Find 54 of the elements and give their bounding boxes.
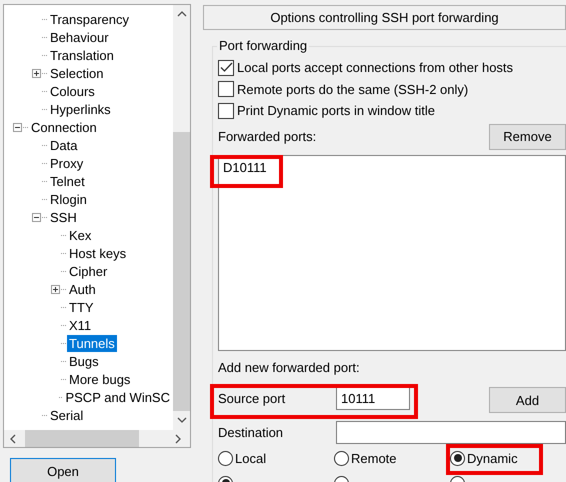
list-item[interactable]: D10111 bbox=[223, 158, 561, 176]
tree-item[interactable]: Auth bbox=[67, 280, 98, 298]
tree-item[interactable]: Data bbox=[48, 136, 80, 154]
input-field[interactable]: 10111 bbox=[336, 386, 410, 410]
tree-item[interactable]: Colours bbox=[48, 82, 97, 100]
field-label: Source port bbox=[218, 390, 286, 406]
expander-icon[interactable] bbox=[32, 68, 41, 78]
tree-item[interactable]: Host keys bbox=[67, 244, 128, 262]
tree-item[interactable]: Kex bbox=[67, 226, 94, 244]
checkbox-label: Print Dynamic ports in window title bbox=[237, 103, 435, 118]
checkbox[interactable] bbox=[218, 60, 234, 76]
radio-button[interactable] bbox=[334, 450, 349, 466]
open-button[interactable]: Open bbox=[10, 458, 116, 482]
checkbox[interactable] bbox=[218, 81, 234, 98]
radio-label: Local bbox=[235, 450, 266, 466]
checkbox[interactable] bbox=[218, 102, 234, 119]
group-title: Port forwarding bbox=[217, 38, 310, 53]
tree-item[interactable]: TTY bbox=[67, 298, 96, 316]
tree-item[interactable]: Serial bbox=[48, 406, 86, 424]
field-label: Destination bbox=[218, 424, 284, 440]
tree-item[interactable]: X11 bbox=[67, 316, 94, 334]
tree-item[interactable]: More bugs bbox=[67, 370, 132, 388]
section-label: Add new forwarded port: bbox=[218, 360, 361, 374]
checkbox-label: Remote ports do the same (SSH-2 only) bbox=[237, 82, 468, 97]
horizontal-scrollbar[interactable] bbox=[4, 430, 190, 447]
list-box[interactable]: D10111 bbox=[218, 154, 566, 350]
tree-item[interactable]: SSH bbox=[48, 208, 79, 226]
checkbox-label: Local ports accept connections from other hosts bbox=[237, 60, 514, 76]
expander-icon[interactable] bbox=[13, 122, 22, 132]
vertical-scrollbar[interactable] bbox=[173, 5, 190, 430]
tree-item[interactable]: Bugs bbox=[67, 352, 101, 370]
tree-item[interactable]: Connection bbox=[29, 118, 99, 136]
tree-item[interactable]: Hyperlinks bbox=[48, 100, 113, 118]
remove-button[interactable]: Remove bbox=[489, 124, 566, 150]
tree-item[interactable]: Behaviour bbox=[48, 28, 111, 46]
add-button[interactable]: Add bbox=[489, 387, 566, 413]
tree-item[interactable]: Tunnels bbox=[67, 334, 117, 352]
tree-item[interactable]: Rlogin bbox=[48, 190, 89, 208]
tree-item[interactable]: Transparency bbox=[48, 10, 131, 28]
field-label: Forwarded ports: bbox=[218, 128, 316, 144]
tree-item[interactable]: Cipher bbox=[67, 262, 110, 280]
radio-button[interactable] bbox=[218, 450, 233, 466]
input-field[interactable] bbox=[336, 420, 566, 444]
tree-item[interactable]: Translation bbox=[48, 46, 116, 64]
radio-button[interactable] bbox=[450, 450, 465, 466]
tree-item[interactable]: Proxy bbox=[48, 154, 86, 172]
section-header: Options controlling SSH port forwarding bbox=[203, 5, 566, 30]
radio-label: Remote bbox=[351, 450, 397, 466]
tree-item[interactable]: Telnet bbox=[48, 172, 87, 190]
tree-item[interactable]: PSCP and WinSC bbox=[63, 388, 172, 406]
expander-icon[interactable] bbox=[32, 212, 41, 222]
radio-label: Dynamic bbox=[467, 450, 518, 466]
expander-icon[interactable] bbox=[51, 284, 60, 294]
tree-item[interactable]: Selection bbox=[48, 64, 106, 82]
